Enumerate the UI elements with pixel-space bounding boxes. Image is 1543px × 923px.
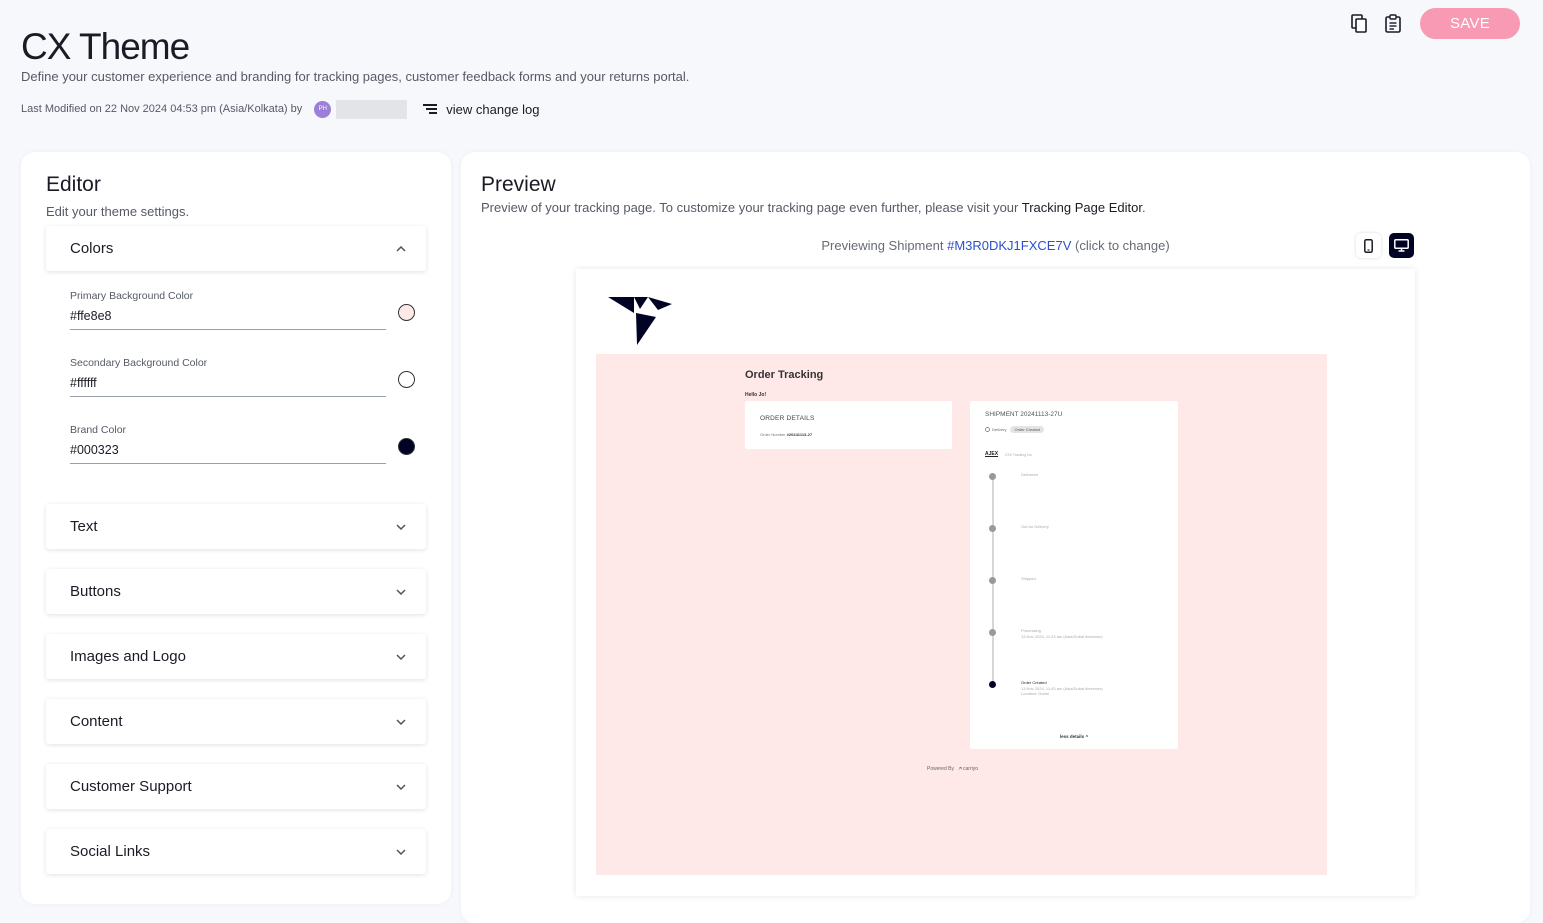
primary-color-swatch[interactable] [398,304,415,321]
chevron-down-icon [396,588,406,595]
powered-by-label: Powered By [927,766,954,772]
primary-background-color-field[interactable]: Primary Background Color #ffe8e8 [70,290,386,330]
brand-logo [608,297,672,345]
accordion-images-and-logo[interactable]: Images and Logo [46,634,426,679]
shipment-card: SHIPMENT 20241113-27U Delivery Order Cre… [970,401,1178,749]
brand-color-field[interactable]: Brand Color #000323 [70,424,386,464]
field-value[interactable]: #000323 [70,443,386,464]
order-number-value: #20241113-27 [786,432,813,437]
chevron-down-icon [396,653,406,660]
preview-subtitle: Preview of your tracking page. To custom… [481,200,1146,215]
timeline-label-active: Order Created 13 Nov 2024, 11:43 am (Asi… [1021,680,1103,697]
timeline-label-detail: 13 Nov 2024, 11:43 am (Asia/Dubai timezo… [1021,633,1103,639]
accordion-customer-support[interactable]: Customer Support [46,764,426,809]
accordion-social-links[interactable]: Social Links [46,829,426,874]
delivery-icon [985,427,990,432]
chevron-down-icon [396,523,406,530]
accordion-label: Social Links [70,843,151,860]
carrier-logo: AJEX [985,451,999,457]
shipment-prefix: Previewing Shipment [821,238,944,253]
carriyo-logo-icon: 🡥 [958,766,962,772]
change-log-label: view change log [446,101,540,117]
greeting: Hello Jo! [745,392,767,398]
desktop-view-button[interactable] [1389,233,1414,258]
timeline-dot [989,629,996,636]
shipment-id-link[interactable]: #M3R0DKJ1FXCE7V [947,238,1071,253]
timeline-dot [989,525,996,532]
tracking-page-preview[interactable]: Order Tracking Hello Jo! ORDER DETAILS O… [576,269,1415,896]
preview-title: Preview [481,173,556,196]
preview-subtitle-text: Preview of your tracking page. To custom… [481,200,1019,215]
editor-panel: Editor Edit your theme settings. Colors … [21,152,451,904]
tracking-page-editor-link[interactable]: Tracking Page Editor [1022,200,1142,215]
order-tracking-title: Order Tracking [745,369,824,381]
shipment-title: SHIPMENT 20241113-27U [985,411,1063,418]
status-badge: Order Created [1010,426,1045,433]
less-details-label: less details [1059,734,1085,739]
tracking-page-body: Order Tracking Hello Jo! ORDER DETAILS O… [596,354,1327,875]
timeline-label: Out for Delivery [1021,524,1049,529]
preview-subtitle-end: . [1141,200,1146,215]
timeline-dot [989,577,996,584]
timeline-label: Shipped [1021,576,1036,581]
preview-panel: Preview Preview of your tracking page. T… [461,152,1530,923]
accordion-label: Customer Support [70,778,192,795]
chevron-up-icon [396,245,406,252]
chevron-down-icon [396,783,406,790]
accordion-content[interactable]: Content [46,699,426,744]
less-details-link[interactable]: less details ^ [970,734,1178,739]
editor-subtitle: Edit your theme settings. [46,204,190,219]
timeline-label: Delivered [1021,472,1038,477]
accordion-colors-label: Colors [70,240,114,257]
accordion-buttons[interactable]: Buttons [46,569,426,614]
accordion-label: Images and Logo [70,648,186,665]
clipboard-icon[interactable] [1382,13,1404,35]
carrier-tracking: XXX Tracking No. [1005,453,1033,457]
order-details-title: ORDER DETAILS [760,415,815,422]
delivery-label: Delivery [992,427,1007,432]
order-details-card: ORDER DETAILS Order Number #20241113-27 [745,401,952,449]
chevron-down-icon [396,718,406,725]
page-title: CX Theme [21,26,190,67]
accordion-text[interactable]: Text [46,504,426,549]
order-number: Order Number #20241113-27 [760,432,812,437]
mobile-icon [1364,238,1373,253]
accordion-label: Buttons [70,583,121,600]
timeline-dot-active [989,681,996,688]
secondary-color-swatch[interactable] [398,371,415,388]
chevron-down-icon [396,848,406,855]
editor-title: Editor [46,173,101,196]
mobile-view-button[interactable] [1356,233,1381,258]
list-icon [421,102,438,117]
field-value[interactable]: #ffe8e8 [70,309,386,330]
last-modified-text: Last Modified on 22 Nov 2024 04:53 pm (A… [21,103,303,115]
accordion-colors[interactable]: Colors [46,226,426,271]
accordion-label: Text [70,518,98,535]
save-button[interactable]: SAVE [1420,8,1520,39]
shipment-suffix: (click to change) [1075,238,1170,253]
timeline-dot [989,473,996,480]
powered-brand: carriyo [963,766,979,772]
field-label: Brand Color [70,424,127,436]
field-label: Primary Background Color [70,290,194,302]
secondary-background-color-field[interactable]: Secondary Background Color #ffffff [70,357,386,397]
timeline-label: Processing 13 Nov 2024, 11:43 am (Asia/D… [1021,628,1103,639]
avatar: PH [314,100,332,118]
top-actions: SAVE [1348,8,1520,39]
order-number-label: Order Number [760,432,786,437]
timeline-label-location: Location: Dubai [1021,691,1049,696]
powered-by: Powered By 🡥 carriyo [927,766,978,774]
shipment-chips: Delivery Order Created [985,426,1045,433]
view-change-log-link[interactable]: view change log [421,101,540,117]
field-value[interactable]: #ffffff [70,376,386,397]
device-toggle [1356,233,1414,258]
page-subtitle: Define your customer experience and bran… [21,69,690,84]
brand-color-swatch[interactable] [398,438,415,455]
copy-icon[interactable] [1348,13,1370,35]
desktop-icon [1394,239,1409,252]
accordion-label: Content [70,713,123,730]
field-label: Secondary Background Color [70,357,208,369]
username-placeholder [336,99,408,119]
last-modified-row: Last Modified on 22 Nov 2024 04:53 pm (A… [21,99,540,119]
